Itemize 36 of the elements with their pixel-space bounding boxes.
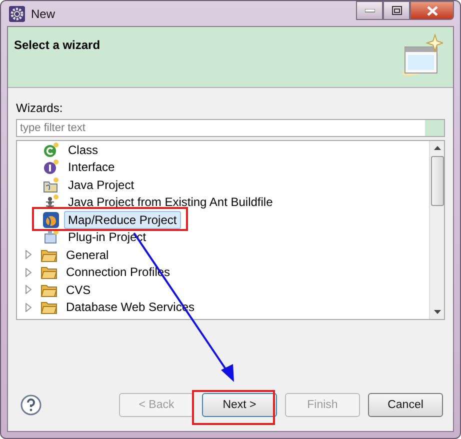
close-icon xyxy=(426,6,438,16)
restore-icon xyxy=(392,6,402,15)
project-folder-icon xyxy=(43,176,59,193)
collapsed-arrow-icon[interactable] xyxy=(25,302,32,312)
collapsed-arrow-icon[interactable] xyxy=(25,268,32,277)
scroll-up-icon[interactable] xyxy=(434,146,440,150)
tree-item[interactable]: CVS xyxy=(62,280,95,299)
window-title: New xyxy=(31,6,56,20)
wizards-label: Wizards: xyxy=(16,101,63,115)
folder-icon xyxy=(41,248,57,262)
close-button[interactable] xyxy=(410,1,454,20)
tree-item[interactable]: Java Project from Existing Ant Buildfile xyxy=(64,193,277,212)
tree-item[interactable]: General xyxy=(62,246,113,264)
tree-item[interactable]: Map/Reduce Project xyxy=(64,210,181,229)
help-icon[interactable] xyxy=(20,394,42,416)
interface-icon xyxy=(43,159,59,176)
minimize-icon xyxy=(364,8,374,12)
tree-item[interactable]: Class xyxy=(64,140,102,159)
dialog-button[interactable]: Cancel xyxy=(368,393,443,417)
folder-icon xyxy=(41,265,57,280)
tree-item[interactable]: Java Project xyxy=(64,176,138,194)
maximize-button[interactable] xyxy=(383,1,410,20)
header-title: Select a wizard xyxy=(14,38,100,54)
scroll-down-icon[interactable] xyxy=(434,310,440,314)
tree-item[interactable]: Interface xyxy=(64,158,119,176)
scrollbar[interactable] xyxy=(429,141,444,319)
minimize-button[interactable] xyxy=(356,1,383,20)
folder-icon xyxy=(41,282,57,297)
collapsed-arrow-icon[interactable] xyxy=(25,250,32,260)
filter-field[interactable]: type filter text xyxy=(16,119,445,137)
dialog-button[interactable]: Next > xyxy=(202,393,277,417)
scroll-thumb[interactable] xyxy=(430,156,444,206)
gear-icon xyxy=(9,6,25,22)
plugin-icon xyxy=(43,229,59,246)
collapsed-arrow-icon[interactable] xyxy=(25,285,32,294)
folder-icon xyxy=(41,300,57,314)
